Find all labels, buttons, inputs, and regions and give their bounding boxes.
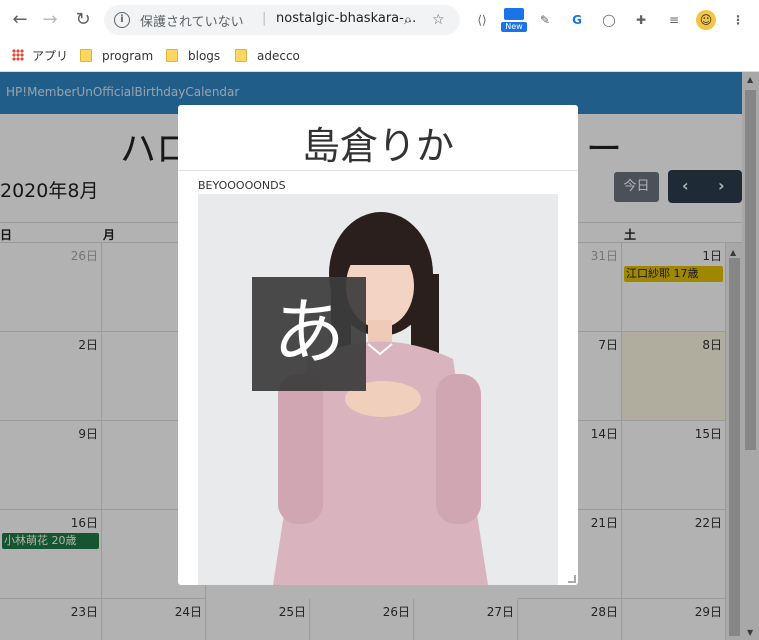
member-name: 島倉りか <box>301 124 454 168</box>
bookmark-star-icon[interactable]: ☆ <box>432 12 445 28</box>
separator: | <box>262 11 267 26</box>
bookmark-program[interactable]: program <box>80 47 153 65</box>
chat-extension-icon[interactable]: ◯ <box>599 10 619 30</box>
reload-icon[interactable]: ↻ <box>71 8 95 32</box>
bookmarks-bar: アプリ program blogs adecco <box>0 40 759 72</box>
folder-icon <box>166 49 178 62</box>
extension-code-icon[interactable]: ⟨⟩ <box>472 10 492 30</box>
translate-extension-icon[interactable]: G <box>567 10 587 30</box>
feather-extension-icon[interactable]: ✎ <box>535 10 555 30</box>
address-bar[interactable]: i 保護されていない | nostalgic-bhaskara-... ⌕ ☆ <box>104 5 460 35</box>
puzzle-extensions-icon[interactable]: ✚ <box>631 10 651 30</box>
folder-icon <box>235 49 247 62</box>
zoom-icon[interactable]: ⌕ <box>404 12 412 28</box>
bookmark-adecco[interactable]: adecco <box>235 47 300 65</box>
new-extension-icon[interactable]: New <box>501 8 527 32</box>
new-badge: New <box>501 22 527 32</box>
apps-grid-icon <box>12 49 24 61</box>
modal-header: 島倉りか <box>178 105 578 171</box>
info-icon[interactable]: i <box>114 12 130 28</box>
browser-toolbar: ← → ↻ i 保護されていない | nostalgic-bhaskara-..… <box>0 0 759 40</box>
folder-icon <box>80 49 92 62</box>
forward-arrow-icon[interactable]: → <box>38 8 62 32</box>
url-text[interactable]: nostalgic-bhaskara-... <box>276 11 416 26</box>
security-status: 保護されていない <box>140 15 244 30</box>
media-control-icon[interactable]: ≡ <box>664 10 684 30</box>
profile-avatar[interactable]: ☺ <box>696 10 716 30</box>
member-modal: 島倉りか BEYOOOOONDS <box>178 105 578 585</box>
initial-badge: あ <box>252 277 366 391</box>
bookmark-blogs[interactable]: blogs <box>166 47 220 65</box>
menu-kebab-icon[interactable]: ⋮ <box>728 10 748 30</box>
resize-grip-icon[interactable] <box>568 575 576 583</box>
bookmark-apps[interactable]: アプリ <box>12 47 68 65</box>
back-arrow-icon[interactable]: ← <box>8 8 32 32</box>
group-name: BEYOOOOONDS <box>198 179 286 192</box>
